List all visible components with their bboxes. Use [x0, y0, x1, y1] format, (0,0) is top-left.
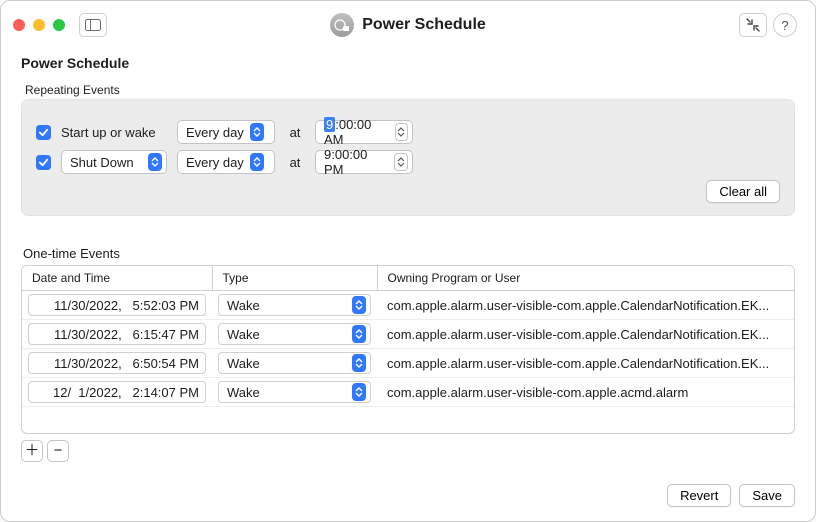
at-label: at: [285, 155, 305, 170]
col-owner[interactable]: Owning Program or User: [377, 266, 794, 291]
revert-button[interactable]: Revert: [667, 484, 731, 507]
stepper-icon[interactable]: [394, 153, 408, 171]
col-date-time[interactable]: Date and Time: [22, 266, 212, 291]
type-select[interactable]: Wake: [218, 323, 371, 345]
shutdown-action-select[interactable]: Shut Down: [61, 150, 167, 174]
chevron-updown-icon: [352, 354, 366, 372]
traffic-lights: [13, 19, 65, 31]
shutdown-checkbox[interactable]: [36, 155, 51, 170]
wake-checkbox[interactable]: [36, 125, 51, 140]
chevron-updown-icon: [352, 296, 366, 314]
help-icon: ?: [781, 18, 788, 33]
stepper-icon[interactable]: [395, 123, 408, 141]
type-select[interactable]: Wake: [218, 294, 371, 316]
shutdown-time-field[interactable]: 9:00:00 PM: [315, 150, 413, 174]
wake-frequency-select[interactable]: Every day: [177, 120, 275, 144]
close-icon[interactable]: [13, 19, 25, 31]
repeating-group-label: Repeating Events: [25, 83, 795, 97]
table-row[interactable]: 11/30/2022, 6:15:47 PM Wake com.apple.alar…: [22, 320, 794, 349]
remove-button[interactable]: −: [47, 440, 69, 462]
app-icon: [330, 13, 354, 37]
datetime-field[interactable]: 11/30/2022, 6:15:47 PM: [28, 323, 206, 345]
add-button[interactable]: ＋: [21, 440, 43, 462]
type-select[interactable]: Wake: [218, 352, 371, 374]
clear-all-button[interactable]: Clear all: [706, 180, 780, 203]
table-row[interactable]: 12/ 1/2022, 2:14:07 PM Wake com.apple.alar…: [22, 378, 794, 407]
chevron-updown-icon: [250, 153, 264, 171]
page-title: Power Schedule: [21, 55, 795, 71]
onetime-label: One-time Events: [23, 246, 795, 261]
at-label: at: [285, 125, 305, 140]
window-title: Power Schedule: [362, 16, 486, 34]
titlebar: Power Schedule ?: [1, 1, 815, 49]
repeating-row-shutdown: Shut Down Every day at 9:00:00 PM: [36, 150, 780, 174]
owner-text: com.apple.alarm.user-visible-com.apple.a…: [383, 385, 788, 400]
sidebar-toggle-button[interactable]: [79, 13, 107, 37]
type-select[interactable]: Wake: [218, 381, 371, 403]
shutdown-frequency-select[interactable]: Every day: [177, 150, 275, 174]
maximize-icon[interactable]: [53, 19, 65, 31]
minimize-icon[interactable]: [33, 19, 45, 31]
table-row[interactable]: 11/30/2022, 6:50:54 PM Wake com.apple.alar…: [22, 349, 794, 378]
owner-text: com.apple.alarm.user-visible-com.apple.C…: [383, 298, 788, 313]
chevron-updown-icon: [148, 153, 162, 171]
onetime-table: Date and Time Type Owning Program or Use…: [21, 265, 795, 434]
collapse-button[interactable]: [739, 13, 767, 37]
datetime-field[interactable]: 11/30/2022, 6:50:54 PM: [28, 352, 206, 374]
table-row[interactable]: 11/30/2022, 5:52:03 PM Wake com.apple.alar…: [22, 291, 794, 320]
chevron-updown-icon: [352, 325, 366, 343]
owner-text: com.apple.alarm.user-visible-com.apple.C…: [383, 356, 788, 371]
window: Power Schedule ? Power Schedule Repeatin…: [0, 0, 816, 522]
wake-time-field[interactable]: 9:00:00 AM: [315, 120, 413, 144]
col-type[interactable]: Type: [212, 266, 377, 291]
save-button[interactable]: Save: [739, 484, 795, 507]
wake-label: Start up or wake: [61, 125, 167, 140]
help-button[interactable]: ?: [773, 13, 797, 37]
repeating-row-wake: Start up or wake Every day at 9:00:00 AM: [36, 120, 780, 144]
datetime-field[interactable]: 12/ 1/2022, 2:14:07 PM: [28, 381, 206, 403]
owner-text: com.apple.alarm.user-visible-com.apple.C…: [383, 327, 788, 342]
repeating-panel: Start up or wake Every day at 9:00:00 AM: [21, 99, 795, 216]
datetime-field[interactable]: 11/30/2022, 5:52:03 PM: [28, 294, 206, 316]
chevron-updown-icon: [250, 123, 264, 141]
chevron-updown-icon: [352, 383, 366, 401]
